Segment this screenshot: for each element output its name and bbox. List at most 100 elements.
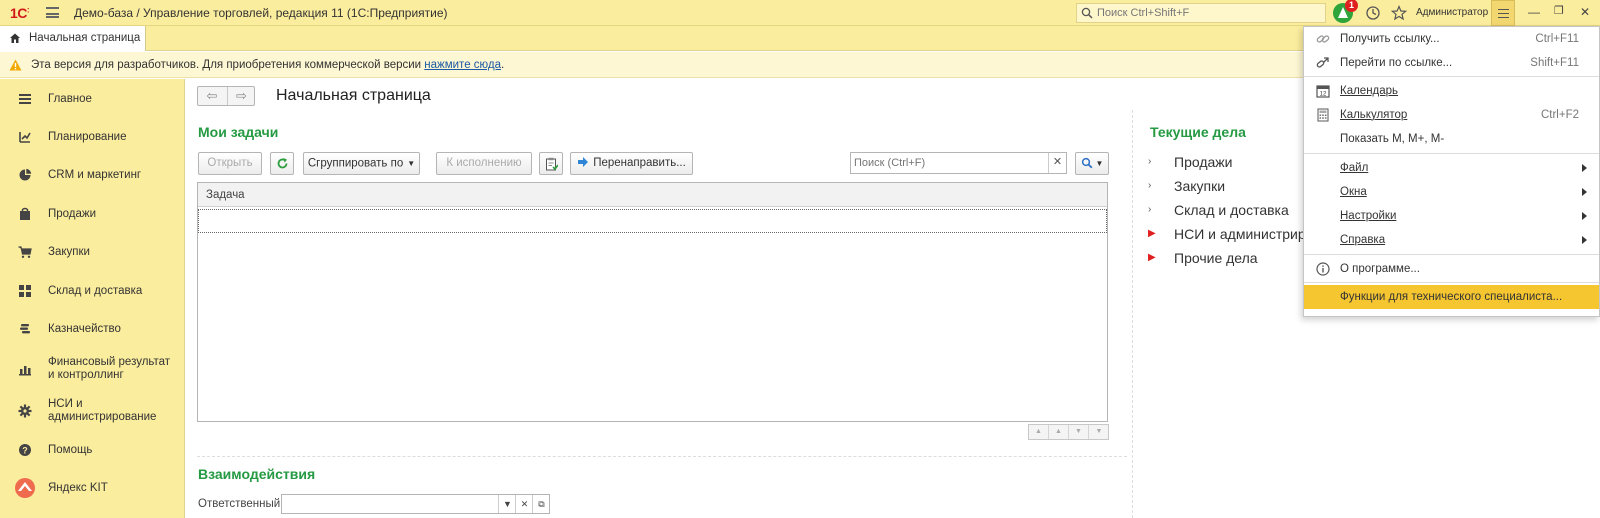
- sidebar-item-sales[interactable]: Продажи: [0, 196, 185, 232]
- list-icon: [19, 94, 31, 104]
- tasks-search[interactable]: ✕: [850, 152, 1067, 174]
- calculator-icon: [1317, 108, 1329, 122]
- search-options-button[interactable]: ▼: [1075, 152, 1109, 175]
- sidebar-item-main[interactable]: Главное: [0, 81, 185, 117]
- menu-item-calendar[interactable]: 12 Календарь: [1304, 79, 1599, 103]
- menu-item-help[interactable]: Справка: [1304, 228, 1599, 252]
- sidebar-item-finance[interactable]: Финансовый результат и контроллинг: [0, 349, 185, 389]
- responsible-field[interactable]: ▼ ✕ ⧉: [281, 494, 550, 514]
- menu-item-calculator[interactable]: Калькулятор Ctrl+F2: [1304, 103, 1599, 127]
- sidebar-item-crm[interactable]: CRM и маркетинг: [0, 157, 185, 193]
- to-execute-button[interactable]: К исполнению: [436, 152, 532, 175]
- menu-item-settings[interactable]: Настройки: [1304, 204, 1599, 228]
- forward-arrow-icon[interactable]: ⇨: [227, 87, 255, 105]
- star-icon[interactable]: [1390, 4, 1408, 22]
- svg-text:?: ?: [22, 446, 28, 456]
- menu-separator: [1304, 254, 1599, 255]
- my-tasks-title[interactable]: Мои задачи: [198, 124, 278, 140]
- menu-separator: [1304, 153, 1599, 154]
- yandex-kit-icon: [15, 478, 35, 498]
- info-icon: [1316, 262, 1330, 276]
- group-by-button[interactable]: Сгруппировать по ▼: [303, 152, 420, 175]
- interactions-title[interactable]: Взаимодействия: [198, 466, 315, 482]
- column-header-task[interactable]: Задача: [206, 189, 245, 201]
- search-icon: [1081, 7, 1093, 19]
- submenu-arrow-icon: [1582, 236, 1587, 244]
- functions-menu: Получить ссылку... Ctrl+F11 Перейти по сс…: [1303, 26, 1600, 317]
- sidebar-item-label: Казначейство: [48, 323, 121, 335]
- responsible-label: Ответственный:: [198, 498, 284, 510]
- sidebar-item-admin[interactable]: НСИ и администрирование: [0, 391, 185, 431]
- sidebar-item-yandex-kit[interactable]: Яндекс KIT: [0, 470, 185, 506]
- sidebar-item-label: Склад и доставка: [48, 285, 143, 297]
- global-search-input[interactable]: [1097, 5, 1322, 21]
- menu-item-file[interactable]: Файл: [1304, 156, 1599, 180]
- current-tasks-title[interactable]: Текущие дела: [1150, 124, 1246, 140]
- sidebar-item-help[interactable]: ? Помощь: [0, 432, 185, 468]
- back-arrow-icon[interactable]: ⇦: [198, 87, 226, 105]
- redirect-button[interactable]: Перенаправить...: [570, 152, 693, 175]
- clear-search-icon[interactable]: ✕: [1048, 153, 1066, 173]
- buy-link[interactable]: нажмите сюда: [424, 59, 501, 71]
- tab-home[interactable]: Начальная страница: [0, 26, 146, 51]
- close-icon[interactable]: ✕: [1580, 5, 1590, 19]
- history-navigation: ⇦ ⇨: [197, 86, 255, 106]
- sidebar-item-label: Продажи: [48, 208, 97, 220]
- scroll-last-icon[interactable]: ▼: [1089, 425, 1109, 439]
- refresh-button[interactable]: [270, 152, 294, 175]
- table-scroll-buttons: ▲ ▲ ▼ ▼: [1028, 424, 1109, 440]
- sidebar-item-label: Закупки: [48, 246, 90, 258]
- accept-task-button[interactable]: [539, 152, 563, 175]
- table-row[interactable]: [198, 209, 1107, 233]
- warning-icon: [9, 59, 22, 71]
- open-icon[interactable]: ⧉: [532, 495, 550, 513]
- functions-menu-button[interactable]: [1491, 0, 1515, 26]
- bag-icon: [20, 207, 30, 220]
- notification-badge: 1: [1345, 0, 1358, 12]
- sidebar-item-warehouse[interactable]: Склад и доставка: [0, 273, 185, 309]
- history-icon[interactable]: [1364, 4, 1382, 22]
- menu-item-follow-link[interactable]: Перейти по ссылке... Shift+F11: [1304, 51, 1599, 75]
- chevron-down-icon: ▼: [1095, 159, 1104, 168]
- help-icon: ?: [19, 444, 31, 456]
- grid-icon: [19, 285, 31, 297]
- calendar-icon: 12: [1316, 85, 1330, 98]
- notifications-button[interactable]: 1: [1333, 0, 1358, 23]
- sidebar-item-purchases[interactable]: Закупки: [0, 234, 185, 270]
- table-header: Задача: [198, 183, 1107, 207]
- link-icon: [1316, 35, 1330, 43]
- chevron-down-icon[interactable]: ▼: [498, 495, 516, 513]
- scroll-down-icon[interactable]: ▼: [1069, 425, 1089, 439]
- sidebar-item-planning[interactable]: Планирование: [0, 119, 185, 155]
- sidebar-item-label: НСИ и администрирование: [48, 398, 157, 423]
- gear-icon: [18, 404, 32, 418]
- open-button[interactable]: Открыть: [198, 152, 262, 175]
- clear-icon[interactable]: ✕: [515, 495, 533, 513]
- sidebar-item-treasury[interactable]: Казначейство: [0, 311, 185, 347]
- scroll-up-icon[interactable]: ▲: [1049, 425, 1069, 439]
- warning-text: Эта версия для разработчиков. Для приобр…: [31, 59, 505, 71]
- menu-item-tech-functions[interactable]: Функции для технического специалиста...: [1304, 285, 1599, 309]
- chevron-down-icon: ▼: [407, 159, 416, 168]
- menu-item-windows[interactable]: Окна: [1304, 180, 1599, 204]
- title-bar: 1С: Демо-база / Управление торговлей, ре…: [0, 0, 1600, 26]
- main-menu-icon[interactable]: [46, 7, 59, 18]
- sidebar-item-label: Планирование: [48, 131, 127, 143]
- menu-item-get-link[interactable]: Получить ссылку... Ctrl+F11: [1304, 27, 1599, 51]
- restore-icon[interactable]: ❐: [1554, 4, 1564, 17]
- scroll-first-icon[interactable]: ▲: [1029, 425, 1049, 439]
- bars-icon: [19, 366, 31, 376]
- cart-icon: [18, 246, 32, 258]
- tasks-table[interactable]: Задача: [197, 182, 1108, 422]
- column-divider: [1132, 110, 1133, 518]
- sidebar-item-label: Главное: [48, 93, 92, 105]
- tasks-search-input[interactable]: [854, 155, 1044, 171]
- menu-separator: [1304, 282, 1599, 283]
- user-name[interactable]: Администратор: [1416, 7, 1488, 18]
- chevron-right-icon: ›: [1148, 156, 1152, 167]
- minimize-icon[interactable]: —: [1528, 5, 1540, 19]
- menu-item-show-memory[interactable]: Показать М, М+, М-: [1304, 127, 1599, 151]
- menu-item-about[interactable]: О программе...: [1304, 257, 1599, 281]
- clipboard-icon: [545, 157, 559, 171]
- global-search[interactable]: [1076, 3, 1326, 23]
